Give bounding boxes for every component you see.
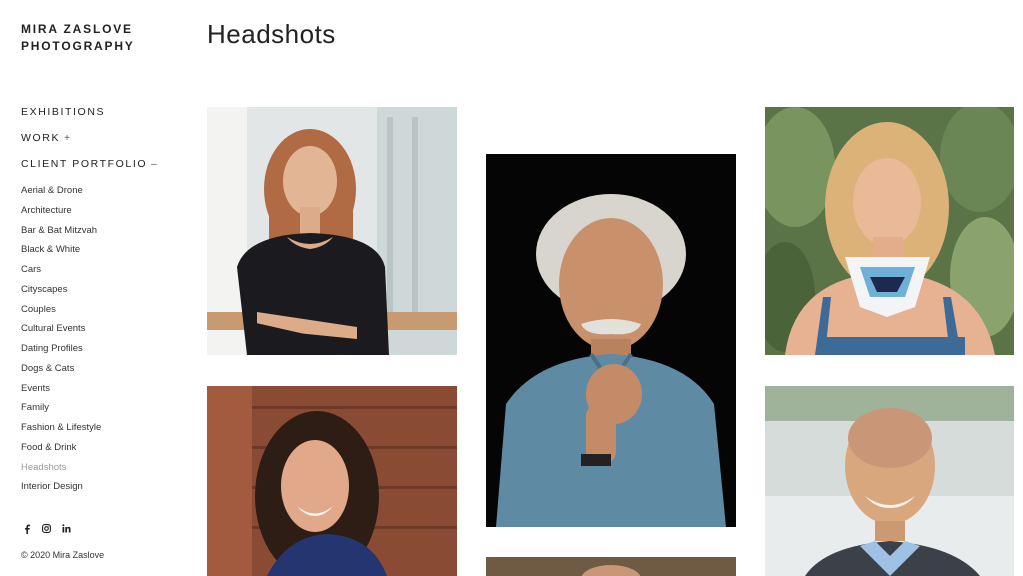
brand-line-2: PHOTOGRAPHY — [21, 39, 135, 53]
nav-exhibitions-label: EXHIBITIONS — [21, 106, 106, 118]
subnav-dogs-cats[interactable]: Dogs & Cats — [21, 362, 101, 382]
subnav-dating-profiles[interactable]: Dating Profiles — [21, 342, 101, 362]
subnav-interior-design[interactable]: Interior Design — [21, 480, 101, 500]
instagram-icon[interactable] — [41, 523, 52, 534]
portrait-image — [486, 557, 736, 576]
main-nav: EXHIBITIONS WORK + CLIENT PORTFOLIO – — [21, 105, 158, 183]
headshot-photo[interactable] — [207, 107, 457, 355]
nav-client-portfolio[interactable]: CLIENT PORTFOLIO – — [21, 157, 158, 183]
social-links — [21, 523, 72, 534]
headshot-photo[interactable] — [486, 154, 736, 527]
subnav-architecture[interactable]: Architecture — [21, 204, 101, 224]
subnav-cultural-events[interactable]: Cultural Events — [21, 322, 101, 342]
subnav-food-drink[interactable]: Food & Drink — [21, 441, 101, 461]
linkedin-icon[interactable] — [61, 523, 72, 534]
portrait-image — [765, 107, 1014, 355]
portrait-image — [207, 386, 457, 576]
page-title: Headshots — [207, 19, 336, 49]
headshot-photo[interactable] — [207, 386, 457, 576]
subnav-black-white[interactable]: Black & White — [21, 243, 101, 263]
collapse-minus-icon: – — [151, 159, 159, 170]
subnav-bar-bat-mitzvah[interactable]: Bar & Bat Mitzvah — [21, 224, 101, 244]
nav-exhibitions[interactable]: EXHIBITIONS — [21, 105, 158, 131]
headshot-photo[interactable] — [486, 557, 736, 576]
sidebar: MIRA ZASLOVE PHOTOGRAPHY EXHIBITIONS WOR… — [21, 0, 191, 576]
nav-work-label: WORK — [21, 132, 61, 144]
site-logo[interactable]: MIRA ZASLOVE PHOTOGRAPHY — [21, 21, 171, 55]
nav-work[interactable]: WORK + — [21, 131, 158, 157]
subnav-couples[interactable]: Couples — [21, 303, 101, 323]
headshot-photo[interactable] — [765, 386, 1014, 576]
subnav-events[interactable]: Events — [21, 382, 101, 402]
facebook-icon[interactable] — [21, 523, 32, 534]
subnav-cars[interactable]: Cars — [21, 263, 101, 283]
portrait-image — [207, 107, 457, 355]
subnav-aerial-drone[interactable]: Aerial & Drone — [21, 184, 101, 204]
subnav-fashion-lifestyle[interactable]: Fashion & Lifestyle — [21, 421, 101, 441]
subnav-family[interactable]: Family — [21, 401, 101, 421]
subnav-cityscapes[interactable]: Cityscapes — [21, 283, 101, 303]
portrait-image — [765, 386, 1014, 576]
subnav-headshots[interactable]: Headshots — [21, 461, 101, 481]
client-portfolio-submenu: Aerial & Drone Architecture Bar & Bat Mi… — [21, 184, 101, 500]
headshot-photo[interactable] — [765, 107, 1014, 355]
portrait-image — [486, 154, 736, 527]
expand-plus-icon: + — [64, 133, 72, 144]
nav-client-portfolio-label: CLIENT PORTFOLIO — [21, 158, 148, 170]
brand-line-1: MIRA ZASLOVE — [21, 22, 133, 36]
copyright: © 2020 Mira Zaslove — [21, 550, 105, 560]
